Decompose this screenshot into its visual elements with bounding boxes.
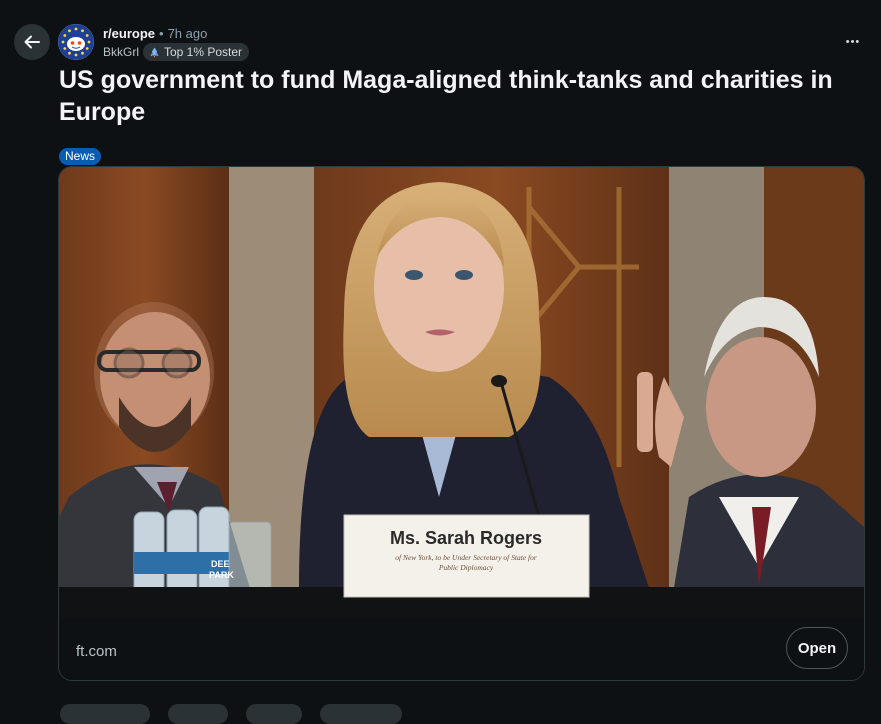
- bottle-label-text-2: PARK: [209, 570, 234, 580]
- link-domain[interactable]: ft.com: [76, 643, 117, 660]
- subreddit-name[interactable]: r/europe: [103, 26, 155, 42]
- nameplate-name: Ms. Sarah Rogers: [390, 528, 542, 548]
- more-options-button[interactable]: •••: [839, 28, 867, 56]
- link-preview-card[interactable]: DEE PARK Ms. Sarah Rogers of New York, t…: [58, 166, 865, 681]
- vote-pill[interactable]: [60, 704, 150, 724]
- bottle-label-text-1: DEE: [211, 559, 230, 569]
- post-meta: r/europe • 7h ago BkkGrl Top 1% Poster: [103, 26, 250, 61]
- share-pill[interactable]: [320, 704, 402, 724]
- subreddit-avatar[interactable]: [58, 24, 94, 60]
- post-time: 7h ago: [167, 26, 208, 41]
- back-button[interactable]: [14, 24, 50, 60]
- arrow-left-icon: [24, 35, 40, 49]
- author-flair-label: Top 1% Poster: [164, 45, 243, 59]
- article-thumbnail-image[interactable]: DEE PARK Ms. Sarah Rogers of New York, t…: [59, 167, 864, 618]
- meta-separator: •: [159, 26, 164, 41]
- open-link-button[interactable]: Open: [786, 627, 848, 669]
- post-author[interactable]: BkkGrl: [103, 44, 139, 60]
- link-card-footer: ft.com Open: [59, 618, 864, 680]
- post-flair[interactable]: News: [59, 148, 102, 165]
- post-title[interactable]: US government to fund Maga-aligned think…: [59, 64, 859, 128]
- ellipsis-icon: •••: [845, 36, 861, 48]
- comment-pill[interactable]: [168, 704, 228, 724]
- award-pill[interactable]: [246, 704, 302, 724]
- subreddit-europe-icon: [58, 24, 94, 60]
- nameplate-title-line1: of New York, to be Under Secretary of St…: [395, 553, 537, 562]
- action-bar-partial: [60, 704, 402, 724]
- rocket-icon: [150, 47, 159, 58]
- nameplate-title-line2: Public Diplomacy: [438, 563, 494, 572]
- author-flair-badge: Top 1% Poster: [143, 43, 250, 61]
